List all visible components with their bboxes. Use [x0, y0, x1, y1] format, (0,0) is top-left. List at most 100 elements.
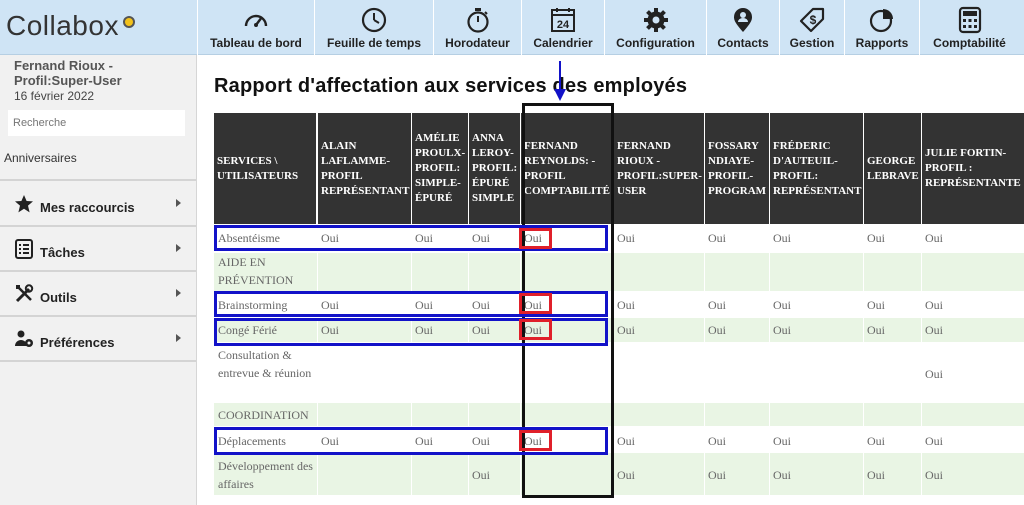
nav-tableau-de-bord[interactable]: Tableau de bord — [197, 0, 314, 55]
pie-chart-icon — [869, 9, 893, 33]
nav-label: Configuration — [616, 36, 695, 50]
nav-label: Gestion — [789, 36, 835, 50]
user-name: Fernand Rioux - Profil:Super-User — [14, 58, 122, 88]
table-cell: Oui — [925, 434, 943, 448]
header-text: ALAIN LAFLAMME- PROFIL REPRÉSENTANT — [321, 139, 410, 197]
nav-calendrier[interactable]: 24 Calendrier — [521, 0, 604, 55]
header-text: AMÉLIE PROULX- PROFIL: SIMPLE- ÉPURÉ — [415, 132, 466, 204]
dollar-tag-icon: $ — [799, 7, 825, 33]
top-bar: Collabox Tableau de bord Feuille de temp… — [0, 0, 1024, 55]
chevron-right-icon — [176, 244, 181, 252]
table-cell: Oui — [925, 231, 943, 245]
table-cell: Oui — [773, 298, 791, 312]
table-cell: Oui — [925, 323, 943, 337]
table-cell: Oui — [617, 434, 635, 448]
row-label: COORDINATION — [218, 408, 309, 422]
anniversaires-link[interactable]: Anniversaires — [4, 151, 77, 165]
column-header[interactable]: AMÉLIE PROULX- PROFIL: SIMPLE- ÉPURÉ — [412, 113, 468, 224]
stopwatch-icon — [466, 8, 489, 33]
table-cell: Oui — [617, 468, 635, 482]
row-label: Consultation & entrevue & réunion — [218, 348, 312, 380]
sidebar-item-label: Tâches — [40, 245, 85, 260]
column-divider — [317, 224, 318, 505]
column-header[interactable]: GEORGE LEBRAVE — [864, 113, 921, 224]
nav-label: Contacts — [717, 36, 769, 50]
sidebar: Fernand Rioux - Profil:Super-User 16 fév… — [0, 55, 197, 505]
table-cell: Oui — [773, 323, 791, 337]
sidebar-item-label: Outils — [40, 290, 77, 305]
table-cell: Oui — [472, 468, 490, 482]
column-header[interactable]: ANNA LEROY- PROFIL: ÉPURÉ SIMPLE — [469, 113, 520, 224]
sidebar-item-preferences[interactable]: Préférences — [0, 316, 196, 360]
nav-gestion[interactable]: $ Gestion — [779, 0, 844, 55]
nav-label: Rapports — [855, 36, 909, 50]
header-text: GEORGE LEBRAVE — [867, 154, 919, 182]
main-nav: Tableau de bord Feuille de temps Horodat… — [197, 0, 1019, 55]
column-divider — [411, 224, 412, 505]
nav-horodateur[interactable]: Horodateur — [433, 0, 521, 55]
table-row-bg — [214, 403, 1024, 426]
table-cell: Oui — [867, 323, 885, 337]
calendar-day-number: 24 — [557, 19, 570, 31]
sidebar-divider — [0, 360, 196, 362]
column-divider — [921, 224, 922, 505]
nav-feuille-de-temps[interactable]: Feuille de temps — [314, 0, 433, 55]
gear-icon — [643, 8, 668, 32]
column-divider — [704, 224, 705, 505]
header-text: FOSSARY NDIAYE- PROFIL- PROGRAM — [708, 139, 767, 197]
nav-label: Feuille de temps — [326, 36, 422, 50]
sidebar-item-mes-raccourcis[interactable]: Mes raccourcis — [0, 181, 196, 225]
column-header[interactable]: FOSSARY NDIAYE- PROFIL- PROGRAM — [705, 113, 769, 224]
column-header[interactable]: FRÉDERIC D'AUTEUIL- PROFIL: REPRÉSENTANT — [770, 113, 863, 224]
sidebar-item-label: Mes raccourcis — [40, 200, 135, 215]
user-settings-icon — [15, 330, 33, 347]
table-cell: Oui — [708, 434, 726, 448]
column-header[interactable]: JULIE FORTIN- PROFIL : REPRÉSENTANTE — [922, 113, 1024, 224]
table-cell: Oui — [617, 323, 635, 337]
chevron-right-icon — [176, 199, 181, 207]
checklist-icon — [15, 239, 33, 259]
header-text: JULIE FORTIN- PROFIL : REPRÉSENTANTE — [925, 147, 1021, 189]
cell-highlight-box — [519, 319, 552, 340]
current-date: 16 février 2022 — [14, 89, 95, 103]
table-cell: Oui — [708, 323, 726, 337]
app-logo[interactable]: Collabox — [6, 10, 119, 42]
nav-comptabilite[interactable]: Comptabilité — [919, 0, 1019, 55]
nav-configuration[interactable]: Configuration — [604, 0, 706, 55]
tools-icon — [15, 284, 34, 303]
column-divider — [468, 224, 469, 505]
table-cell: Oui — [867, 434, 885, 448]
table-row-bg — [214, 253, 1024, 291]
nav-label: Tableau de bord — [210, 36, 302, 50]
nav-label: Calendrier — [533, 36, 593, 50]
table-cell: Oui — [867, 468, 885, 482]
chevron-right-icon — [176, 334, 181, 342]
page-title: Rapport d'affectation aux services des e… — [214, 75, 688, 97]
nav-rapports[interactable]: Rapports — [844, 0, 919, 55]
cell-highlight-box — [519, 293, 552, 314]
row-label: Développement des affaires — [218, 459, 313, 491]
sidebar-item-outils[interactable]: Outils — [0, 271, 196, 315]
table-cell: Oui — [773, 468, 791, 482]
column-divider — [863, 224, 864, 505]
header-text: FRÉDERIC D'AUTEUIL- PROFIL: REPRÉSENTANT — [773, 139, 862, 197]
table-cell: Oui — [925, 367, 943, 381]
cell-highlight-box — [519, 430, 552, 451]
search-input[interactable] — [8, 110, 185, 136]
header-text: FERNAND RIOUX - PROFIL:SUPER- USER — [617, 139, 702, 197]
column-header[interactable]: FERNAND RIOUX - PROFIL:SUPER- USER — [614, 113, 704, 224]
sidebar-item-taches[interactable]: Tâches — [0, 226, 196, 270]
table-cell: Oui — [867, 298, 885, 312]
nav-contacts[interactable]: Contacts — [706, 0, 779, 55]
table-cell: Oui — [925, 468, 943, 482]
calculator-icon — [958, 6, 981, 34]
table-cell: Oui — [617, 231, 635, 245]
table-cell: Oui — [708, 468, 726, 482]
person-pin-icon — [734, 8, 752, 32]
chevron-right-icon — [176, 289, 181, 297]
column-header[interactable]: ALAIN LAFLAMME- PROFIL REPRÉSENTANT — [318, 113, 411, 224]
svg-text:$: $ — [810, 13, 817, 27]
gauge-icon — [244, 14, 268, 27]
arrow-down-icon — [554, 89, 566, 101]
cell-highlight-box — [519, 228, 552, 249]
